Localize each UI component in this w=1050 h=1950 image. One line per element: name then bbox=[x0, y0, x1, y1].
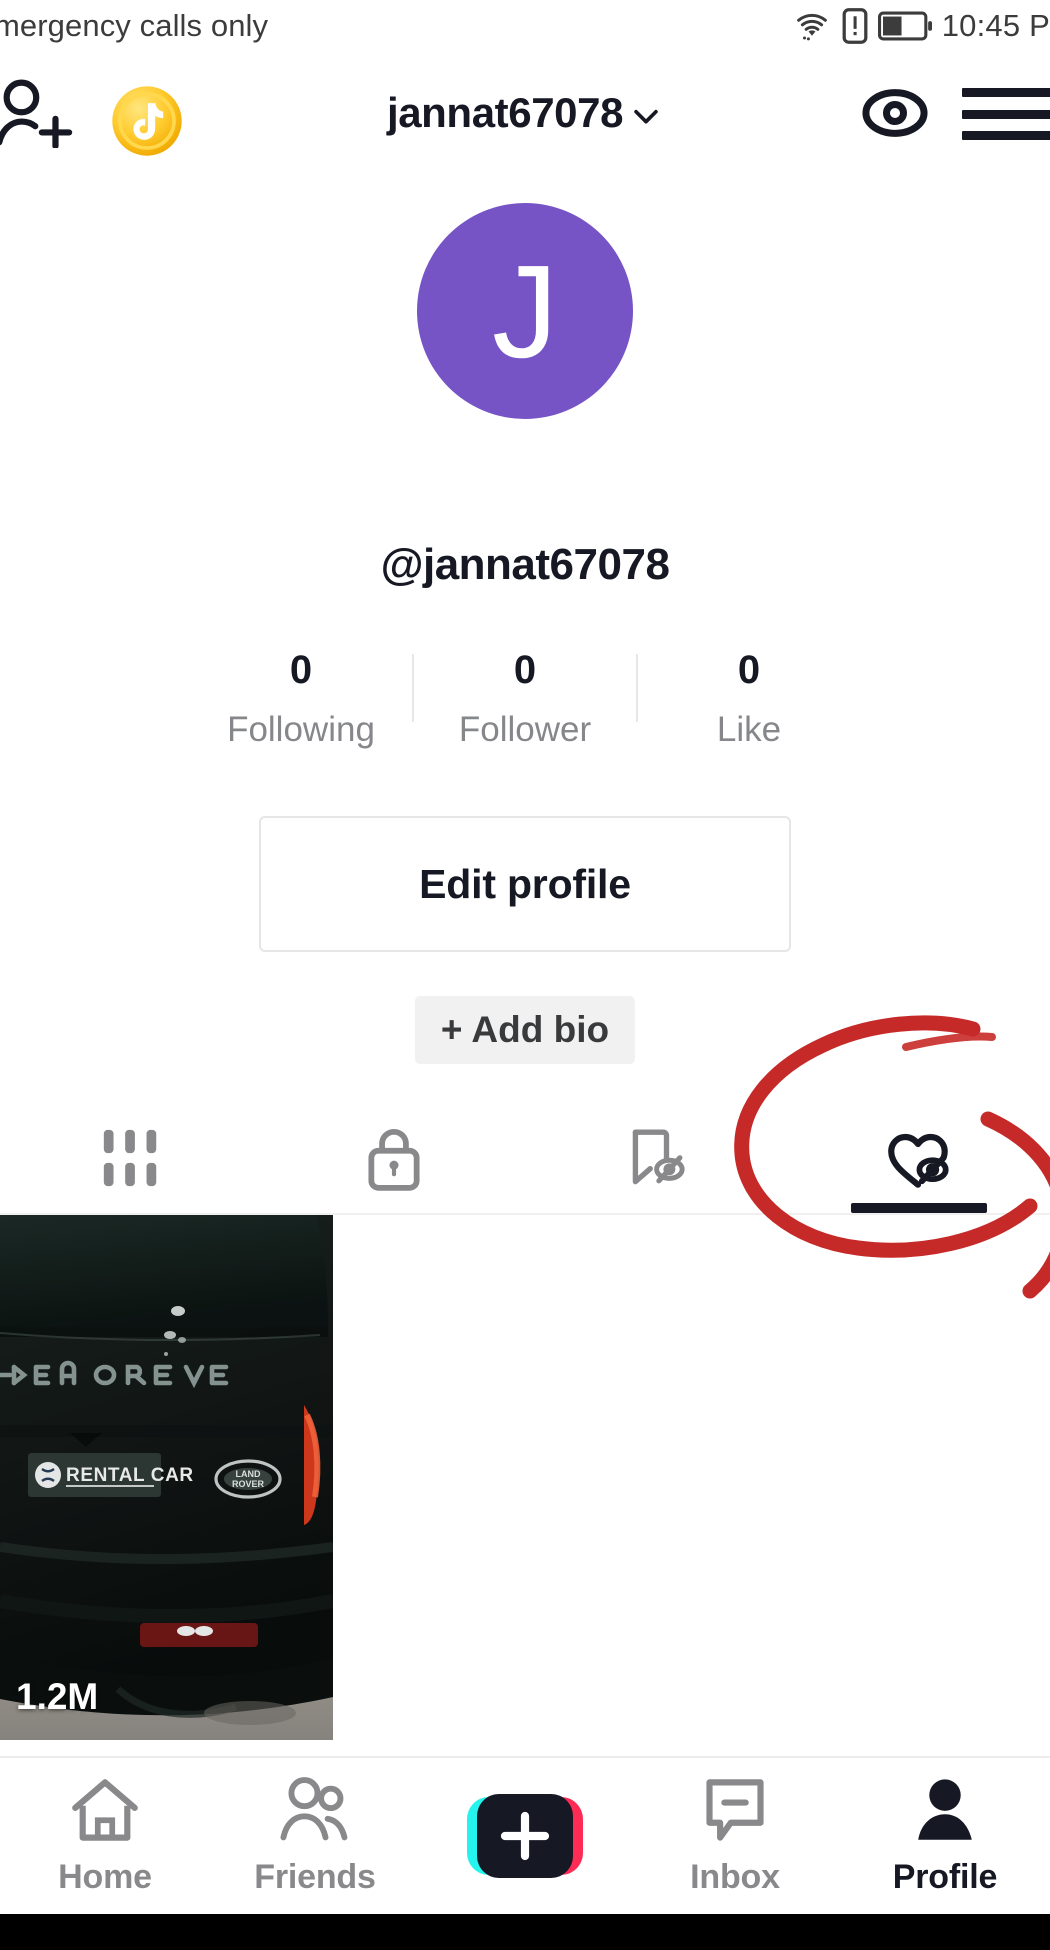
nav-create[interactable] bbox=[420, 1794, 630, 1878]
bookmark-hidden-icon bbox=[632, 1129, 685, 1185]
stat-label: Like bbox=[716, 710, 782, 749]
sim-alert-icon bbox=[842, 8, 868, 44]
active-tab-underline bbox=[850, 1203, 987, 1213]
menu-bar-3 bbox=[962, 131, 1050, 140]
profile-tab-bar bbox=[0, 1105, 1050, 1213]
menu-bar-2 bbox=[962, 109, 1050, 119]
status-bar: mergency calls only 10:45 P bbox=[0, 0, 1050, 52]
header-title: jannat67078 bbox=[386, 89, 624, 136]
nav-inbox[interactable]: Inbox bbox=[630, 1776, 840, 1897]
nav-home[interactable]: Home bbox=[0, 1776, 210, 1897]
eye-icon[interactable] bbox=[860, 82, 930, 144]
stat-label: Follower bbox=[458, 710, 592, 749]
videos-tab[interactable] bbox=[0, 1105, 263, 1213]
friends-icon bbox=[280, 1776, 348, 1840]
heart-hidden-icon bbox=[887, 1133, 949, 1188]
clock: 10:45 P bbox=[941, 8, 1050, 43]
nav-label: Inbox bbox=[690, 1857, 780, 1896]
home-icon bbox=[72, 1778, 138, 1841]
video-thumbnail[interactable]: RENTAL CAR LAND ROVER 1.2M bbox=[0, 1215, 333, 1740]
stat-value: 0 bbox=[737, 648, 761, 692]
nav-profile[interactable]: Profile bbox=[840, 1776, 1050, 1897]
gesture-bar bbox=[0, 1914, 1050, 1950]
bottom-navigation: Home Friends Inbox Profile bbox=[0, 1756, 1050, 1914]
grid-icon bbox=[104, 1129, 157, 1187]
profile-stats: 0 Following 0 Follower 0 Like bbox=[0, 648, 1050, 768]
create-plus-icon[interactable] bbox=[467, 1794, 583, 1878]
range-rover-thumbnail-image: RENTAL CAR LAND ROVER bbox=[0, 1215, 333, 1740]
nav-label: Profile bbox=[892, 1857, 998, 1896]
stat-label: Following bbox=[227, 710, 375, 749]
stat-like[interactable]: 0 Like bbox=[638, 648, 860, 750]
profile-person-icon bbox=[918, 1778, 972, 1840]
profile-handle: @jannat67078 bbox=[380, 540, 670, 589]
stat-value: 0 bbox=[513, 648, 537, 692]
tiktok-coin-icon[interactable] bbox=[110, 84, 184, 158]
nav-label: Friends bbox=[254, 1857, 376, 1896]
create-button-shape bbox=[467, 1794, 583, 1878]
add-bio-button[interactable]: + Add bio bbox=[414, 996, 636, 1064]
chevron-down-icon bbox=[634, 109, 658, 124]
add-person-icon[interactable] bbox=[0, 78, 80, 148]
inbox-icon bbox=[706, 1778, 764, 1841]
video-view-count: 1.2M bbox=[16, 1676, 99, 1717]
edit-profile-button[interactable]: Edit profile bbox=[259, 816, 791, 952]
stat-following[interactable]: 0 Following bbox=[190, 648, 412, 750]
nav-label: Home bbox=[58, 1857, 152, 1896]
menu-bar-1 bbox=[962, 88, 1050, 97]
carrier-text: mergency calls only bbox=[0, 8, 269, 43]
nav-friends[interactable]: Friends bbox=[210, 1776, 420, 1897]
battery-icon bbox=[877, 11, 932, 41]
video-grid: RENTAL CAR LAND ROVER 1.2M bbox=[0, 1215, 1050, 1750]
wifi-icon bbox=[796, 13, 827, 41]
avatar[interactable]: J bbox=[417, 203, 633, 419]
saved-tab[interactable] bbox=[525, 1105, 788, 1213]
hamburger-menu-icon[interactable] bbox=[962, 88, 1050, 140]
liked-tab[interactable] bbox=[788, 1105, 1050, 1213]
app-header: jannat67078 bbox=[0, 52, 1050, 172]
private-tab[interactable] bbox=[263, 1105, 526, 1213]
avatar-letter: J bbox=[492, 238, 558, 385]
stat-value: 0 bbox=[289, 648, 313, 692]
stat-follower[interactable]: 0 Follower bbox=[414, 648, 636, 750]
status-icons: 10:45 P bbox=[792, 8, 1050, 44]
lock-icon bbox=[368, 1128, 420, 1191]
